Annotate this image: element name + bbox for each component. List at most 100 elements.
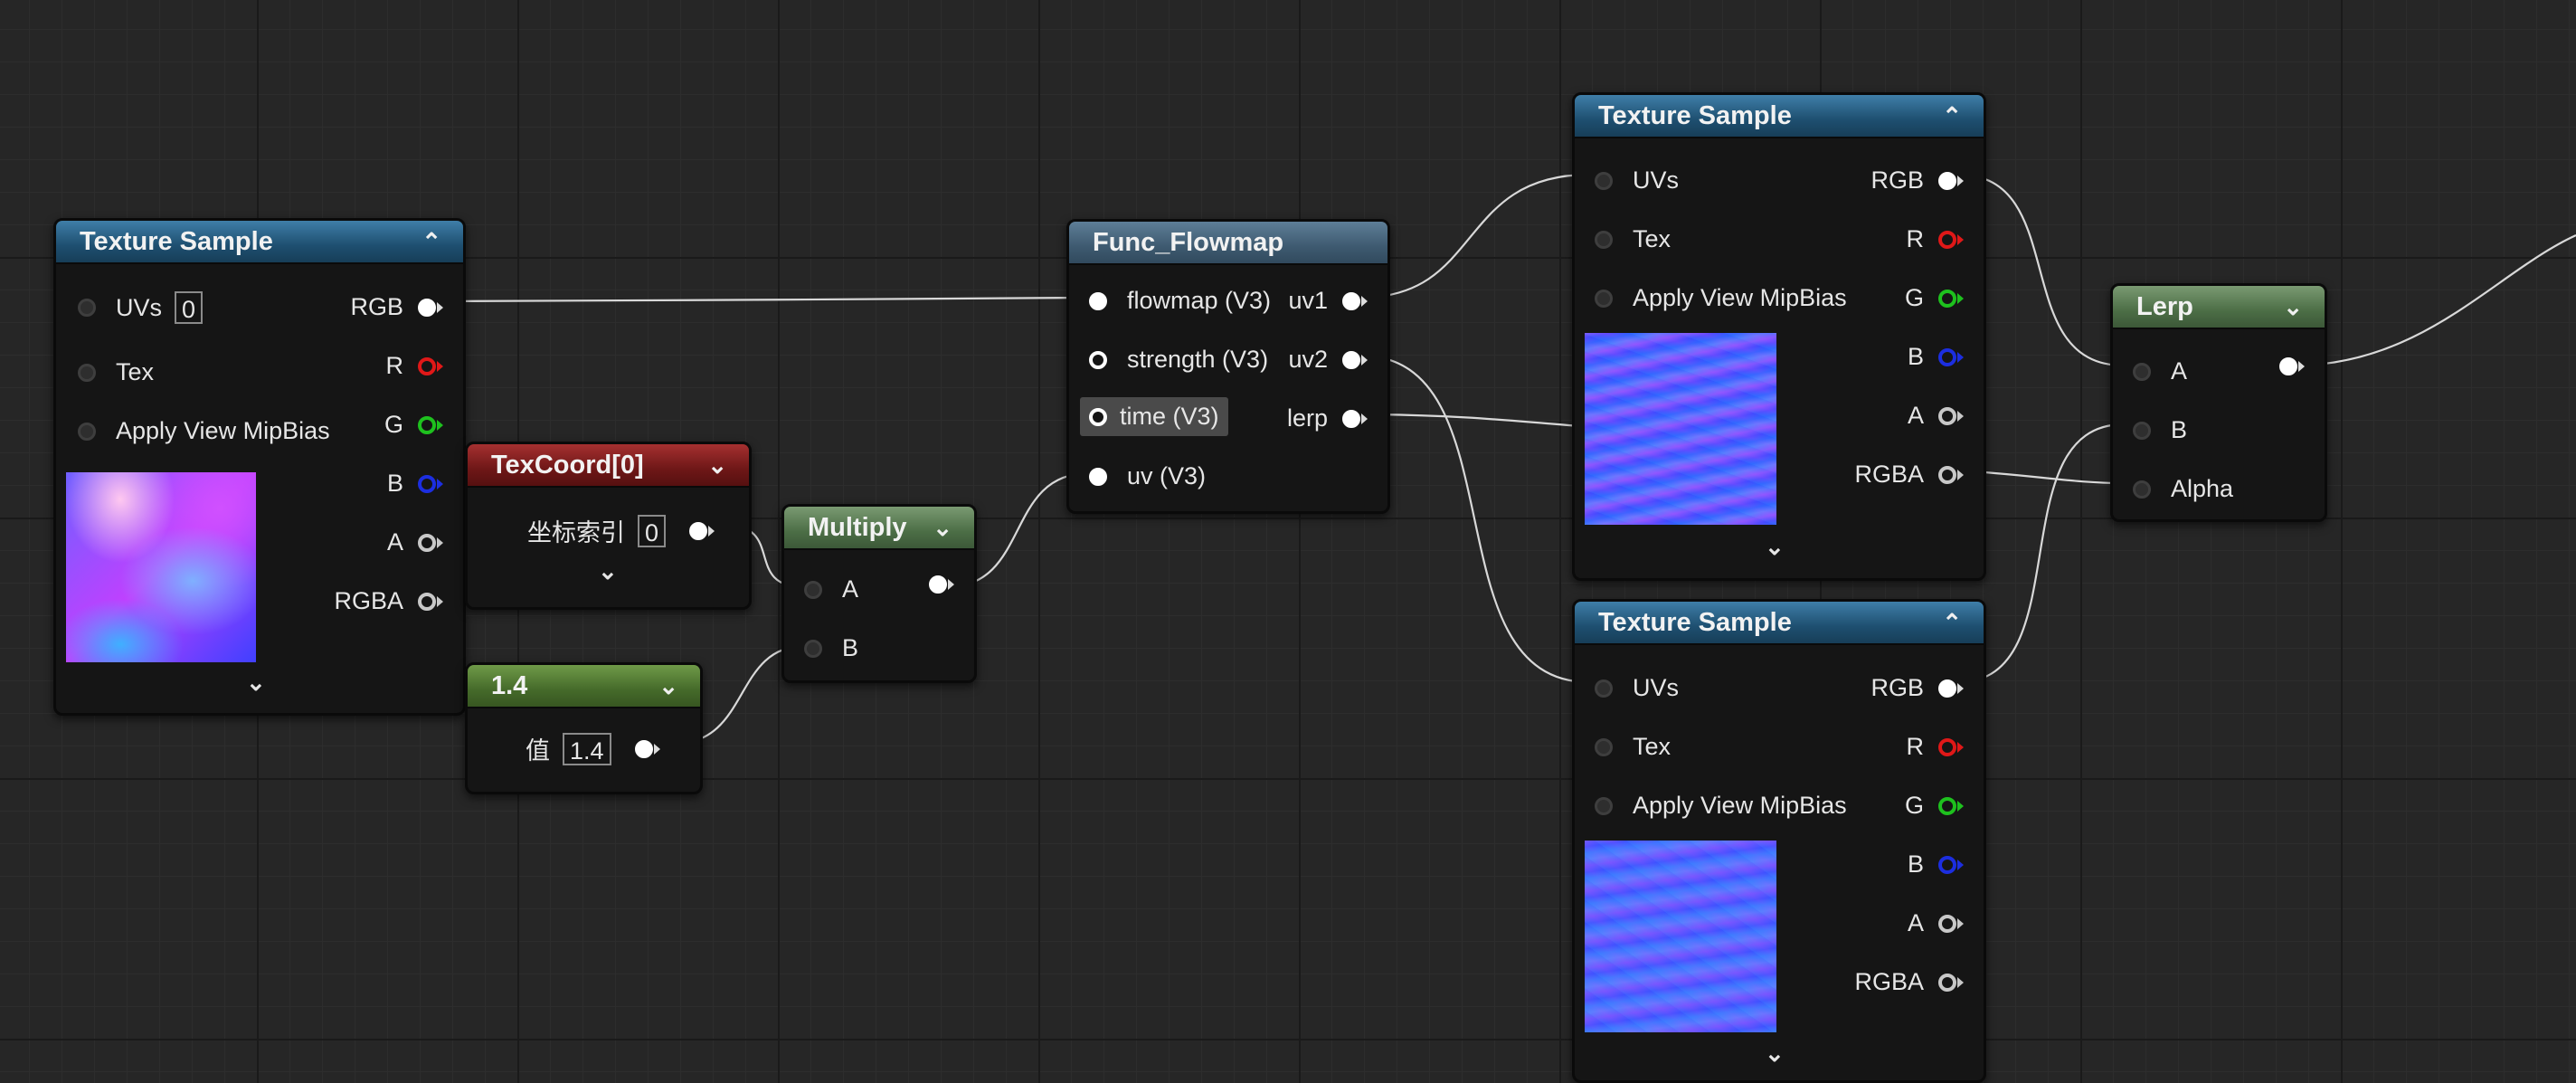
output-uv1[interactable]: uv1 xyxy=(1288,287,1368,315)
output-a[interactable]: A xyxy=(387,528,443,556)
a-pin[interactable] xyxy=(418,533,436,552)
output-r[interactable]: R xyxy=(1907,733,1964,761)
g-pin[interactable] xyxy=(418,415,436,434)
node-header[interactable]: Texture Sample ⌃ xyxy=(1575,602,1984,645)
node-header[interactable]: TexCoord[0] ⌄ xyxy=(468,444,749,488)
strength-input-pin[interactable] xyxy=(1089,350,1107,369)
input-uvs[interactable]: UVs xyxy=(1595,674,1679,702)
uv2-output-pin[interactable] xyxy=(1342,350,1360,369)
time-input-pin[interactable] xyxy=(1089,407,1107,426)
output-r[interactable]: R xyxy=(386,352,443,380)
output-rgb[interactable]: RGB xyxy=(1870,166,1964,195)
expand-chevron-down-icon[interactable]: ⌄ xyxy=(1765,533,1785,561)
rgb-pin[interactable] xyxy=(1938,679,1956,698)
uv1-output-pin[interactable] xyxy=(1342,291,1360,310)
texcoord-output-pin[interactable] xyxy=(689,521,708,540)
collapse-chevron-down-icon[interactable]: ⌄ xyxy=(2283,293,2303,321)
expand-chevron-down-icon[interactable]: ⌄ xyxy=(1765,1040,1785,1068)
func-flowmap-node[interactable]: Func_Flowmap flowmap (V3) strength (V3) … xyxy=(1066,219,1390,514)
rgba-pin[interactable] xyxy=(1938,973,1956,992)
output-b[interactable]: B xyxy=(387,470,443,498)
r-pin[interactable] xyxy=(1938,230,1956,249)
output-lerp[interactable]: lerp xyxy=(1287,404,1368,432)
b-pin[interactable] xyxy=(418,474,436,493)
g-pin[interactable] xyxy=(1938,289,1956,308)
mipbias-pin[interactable] xyxy=(1595,796,1613,815)
g-pin[interactable] xyxy=(1938,796,1956,815)
r-pin[interactable] xyxy=(418,356,436,375)
output-uv2[interactable]: uv2 xyxy=(1288,346,1368,374)
collapse-chevron-up-icon[interactable]: ⌃ xyxy=(1942,102,1962,130)
input-flowmap[interactable]: flowmap (V3) xyxy=(1089,287,1271,315)
input-uvs[interactable]: UVs 0 xyxy=(78,291,204,324)
output-rgba[interactable]: RGBA xyxy=(334,587,443,615)
input-a[interactable]: A xyxy=(804,575,858,603)
tex-pin[interactable] xyxy=(78,363,96,382)
tex-pin[interactable] xyxy=(1595,230,1613,249)
texcoord-node[interactable]: TexCoord[0] ⌄ 坐标索引 0 ⌄ xyxy=(465,442,752,610)
input-a[interactable]: A xyxy=(2133,357,2187,385)
uvs-value-field[interactable]: 0 xyxy=(175,291,204,324)
uv-input-pin[interactable] xyxy=(1089,467,1107,486)
tex-pin[interactable] xyxy=(1595,737,1613,756)
input-b[interactable]: B xyxy=(804,634,858,662)
uvs-pin[interactable] xyxy=(1595,171,1613,190)
input-b[interactable]: B xyxy=(2133,416,2187,444)
lerp-node[interactable]: Lerp ⌄ A B Alpha xyxy=(2110,283,2327,522)
output-rgb[interactable]: RGB xyxy=(350,293,443,321)
a-input-pin[interactable] xyxy=(2133,362,2151,381)
node-header[interactable]: Func_Flowmap xyxy=(1069,222,1387,265)
input-tex[interactable]: Tex xyxy=(1595,733,1671,761)
input-uvs[interactable]: UVs xyxy=(1595,166,1679,195)
a-pin[interactable] xyxy=(1938,406,1956,425)
input-strength[interactable]: strength (V3) xyxy=(1089,346,1268,374)
input-mipbias[interactable]: Apply View MipBias xyxy=(1595,284,1847,312)
expand-chevron-down-icon[interactable]: ⌄ xyxy=(598,557,618,585)
output-b[interactable]: B xyxy=(1908,850,1964,879)
output-rgb[interactable]: RGB xyxy=(1870,674,1964,702)
lerp-output[interactable] xyxy=(2279,357,2305,375)
node-header[interactable]: Lerp ⌄ xyxy=(2113,286,2325,329)
output-r[interactable]: R xyxy=(1907,225,1964,253)
input-tex[interactable]: Tex xyxy=(1595,225,1671,253)
value-field[interactable]: 1.4 xyxy=(563,732,611,765)
input-mipbias[interactable]: Apply View MipBias xyxy=(78,417,330,445)
output-a[interactable]: A xyxy=(1908,402,1964,430)
output-g[interactable]: G xyxy=(384,411,443,439)
output-b[interactable]: B xyxy=(1908,343,1964,371)
rgba-pin[interactable] xyxy=(1938,465,1956,484)
output-g[interactable]: G xyxy=(1905,792,1964,820)
output-a[interactable]: A xyxy=(1908,909,1964,937)
rgba-pin[interactable] xyxy=(418,592,436,611)
output-rgba[interactable]: RGBA xyxy=(1854,461,1964,489)
input-tex[interactable]: Tex xyxy=(78,358,154,386)
constant-output-pin[interactable] xyxy=(634,739,653,758)
alpha-input-pin[interactable] xyxy=(2133,480,2151,499)
node-header[interactable]: Texture Sample ⌃ xyxy=(56,221,463,264)
multiply-output-pin[interactable] xyxy=(929,575,947,594)
collapse-chevron-down-icon[interactable]: ⌄ xyxy=(933,514,952,542)
collapse-chevron-down-icon[interactable]: ⌄ xyxy=(658,672,678,700)
lerp-output-pin[interactable] xyxy=(1342,409,1360,428)
texture-sample-node-a[interactable]: Texture Sample ⌃ UVs 0 Tex Apply View Mi… xyxy=(53,218,466,716)
coordinate-index-field[interactable]: 0 xyxy=(638,514,667,547)
uvs-pin[interactable] xyxy=(1595,679,1613,698)
texture-sample-node-c[interactable]: Texture Sample ⌃ UVs Tex Apply View MipB… xyxy=(1572,599,1986,1083)
lerp-output-pin[interactable] xyxy=(2279,357,2297,375)
constant-node[interactable]: 1.4 ⌄ 值 1.4 xyxy=(465,662,703,794)
input-uv[interactable]: uv (V3) xyxy=(1089,462,1206,490)
input-time[interactable]: time (V3) xyxy=(1080,397,1228,436)
b-pin[interactable] xyxy=(1938,347,1956,366)
mipbias-pin[interactable] xyxy=(78,422,96,441)
collapse-chevron-up-icon[interactable]: ⌃ xyxy=(1942,609,1962,637)
node-header[interactable]: Texture Sample ⌃ xyxy=(1575,95,1984,138)
r-pin[interactable] xyxy=(1938,737,1956,756)
output-g[interactable]: G xyxy=(1905,284,1964,312)
node-header[interactable]: 1.4 ⌄ xyxy=(468,665,700,708)
a-input-pin[interactable] xyxy=(804,580,822,599)
value-row[interactable]: 值 1.4 xyxy=(526,731,660,766)
input-mipbias[interactable]: Apply View MipBias xyxy=(1595,792,1847,820)
b-pin[interactable] xyxy=(1938,855,1956,874)
collapse-chevron-up-icon[interactable]: ⌃ xyxy=(421,228,441,256)
texture-sample-node-b[interactable]: Texture Sample ⌃ UVs Tex Apply View MipB… xyxy=(1572,92,1986,581)
